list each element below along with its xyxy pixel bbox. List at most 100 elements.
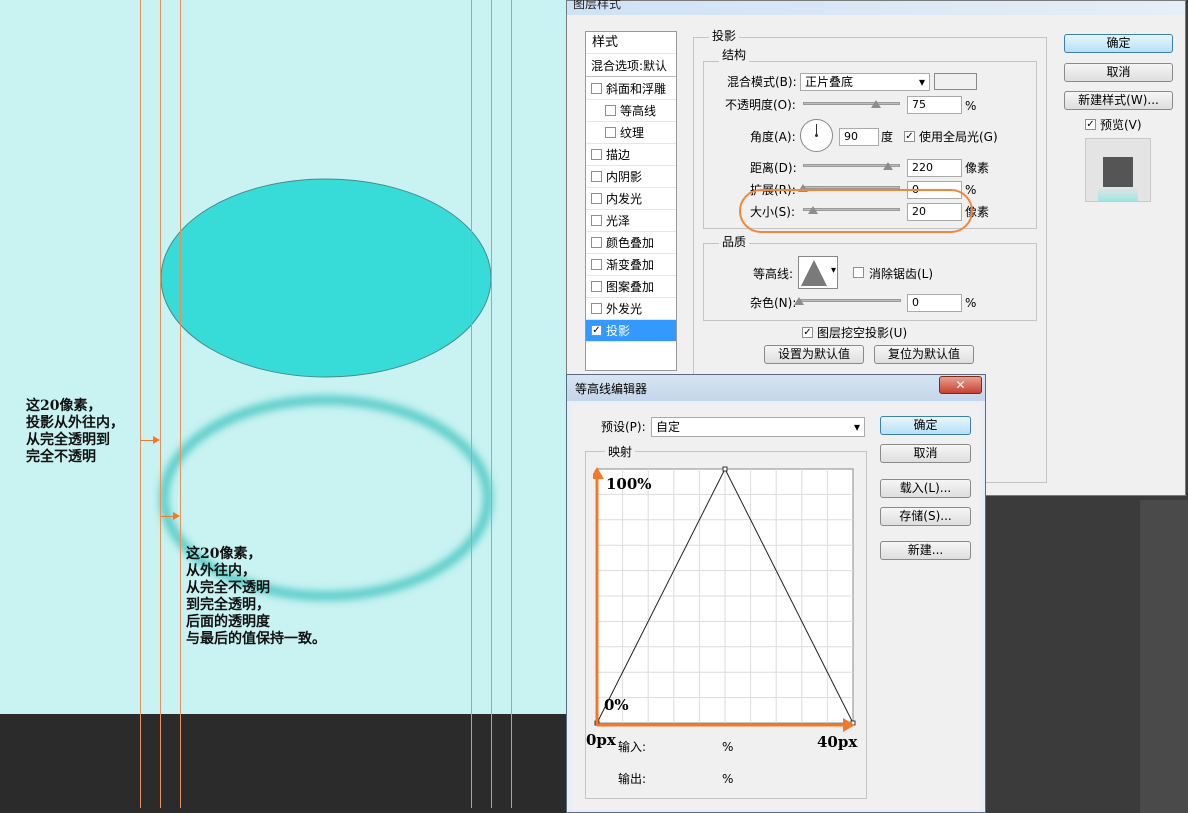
degree-unit: 度 xyxy=(881,130,894,144)
contour-save-button[interactable]: 存储(S)... xyxy=(880,507,971,526)
contour-cancel-button[interactable]: 取消 xyxy=(880,444,971,463)
global-light-checkbox[interactable]: ✓ xyxy=(904,131,915,142)
noise-slider[interactable] xyxy=(799,299,901,302)
style-item[interactable]: 等高线 xyxy=(586,100,676,122)
preset-select[interactable]: 自定 ▾ xyxy=(651,417,865,437)
distance-input[interactable]: 220 xyxy=(907,159,962,177)
cyan-ellipse xyxy=(160,178,492,378)
style-item[interactable]: ✓ 投影 xyxy=(586,320,676,342)
style-preview-thumbnail xyxy=(1085,138,1151,202)
output-unit: % xyxy=(722,772,734,786)
label-40px: 40px xyxy=(817,733,858,751)
chevron-down-icon: ▾ xyxy=(918,75,925,89)
style-item-label: 描边 xyxy=(606,148,631,162)
size-highlight-ellipse xyxy=(739,189,973,233)
opacity-input[interactable]: 75 xyxy=(907,96,962,114)
style-checkbox[interactable] xyxy=(591,259,602,270)
guide-line xyxy=(491,0,492,808)
style-checkbox[interactable] xyxy=(591,193,602,204)
reset-default-button[interactable]: 复位为默认值 xyxy=(874,345,974,364)
style-item-label: 渐变叠加 xyxy=(606,258,655,272)
opacity-unit: % xyxy=(965,99,977,113)
preview-checkbox[interactable]: ✓ xyxy=(1085,119,1096,130)
knockout-checkbox[interactable]: ✓ xyxy=(802,327,813,338)
distance-label: 距离(D): xyxy=(750,161,797,175)
blend-mode-select[interactable]: 正片叠底 ▾ xyxy=(800,73,930,91)
guide-line xyxy=(471,0,472,808)
contour-new-button[interactable]: 新建... xyxy=(880,541,971,560)
contour-titlebar[interactable]: 等高线编辑器 ✕ xyxy=(567,375,985,401)
angle-label: 角度(A): xyxy=(750,130,796,144)
preset-label: 预设(P): xyxy=(601,420,646,434)
quality-title: 品质 xyxy=(719,235,750,249)
style-item[interactable]: 颜色叠加 xyxy=(586,232,676,254)
noise-input[interactable]: 0 xyxy=(907,294,962,312)
cancel-button[interactable]: 取消 xyxy=(1064,63,1173,82)
style-item-label: 光泽 xyxy=(606,214,631,228)
noise-slider-thumb[interactable] xyxy=(794,297,804,305)
guide-line xyxy=(140,0,141,808)
styles-header[interactable]: 样式 xyxy=(586,32,676,54)
style-checkbox[interactable] xyxy=(591,303,602,314)
blend-options-item[interactable]: 混合选项:默认 xyxy=(586,55,676,77)
contour-ok-button[interactable]: 确定 xyxy=(880,416,971,435)
style-checkbox[interactable] xyxy=(591,237,602,248)
opacity-slider-thumb[interactable] xyxy=(870,100,881,108)
close-icon[interactable]: ✕ xyxy=(939,376,982,394)
style-checkbox[interactable]: ✓ xyxy=(591,325,602,336)
style-item[interactable]: 内发光 xyxy=(586,188,676,210)
style-checkbox[interactable] xyxy=(591,149,602,160)
contour-label: 等高线: xyxy=(753,267,794,281)
style-item[interactable]: 斜面和浮雕 xyxy=(586,78,676,100)
opacity-slider[interactable] xyxy=(803,102,900,105)
guide-line xyxy=(180,0,181,808)
contour-picker[interactable]: ▾ xyxy=(798,256,838,289)
distance-slider-thumb[interactable] xyxy=(883,162,894,170)
style-item[interactable]: 描边 xyxy=(586,144,676,166)
style-item-label: 投影 xyxy=(606,324,631,338)
style-checkbox[interactable] xyxy=(591,281,602,292)
global-light-label: 使用全局光(G) xyxy=(919,130,998,144)
style-item-label: 外发光 xyxy=(606,302,643,316)
style-checkbox[interactable] xyxy=(591,215,602,226)
style-checkbox[interactable] xyxy=(605,105,616,116)
input-unit: % xyxy=(722,740,734,754)
style-item[interactable]: 纹理 xyxy=(586,122,676,144)
style-item-label: 内阴影 xyxy=(606,170,643,184)
shadow-color-swatch[interactable] xyxy=(934,73,977,90)
style-item[interactable]: 内阴影 xyxy=(586,166,676,188)
contour-editor-dialog: 等高线编辑器 ✕ 预设(P): 自定 ▾ 映射 100% 0% 0px 40px… xyxy=(566,374,986,813)
style-item[interactable]: 光泽 xyxy=(586,210,676,232)
antialias-checkbox[interactable] xyxy=(853,267,864,278)
preview-label: 预览(V) xyxy=(1100,118,1142,132)
knockout-label: 图层挖空投影(U) xyxy=(817,326,908,340)
annotation-arrow xyxy=(141,436,160,444)
annotation-arrow xyxy=(161,512,180,520)
contour-load-button[interactable]: 载入(L)... xyxy=(880,479,971,498)
style-checkbox[interactable] xyxy=(605,127,616,138)
guide-line xyxy=(511,0,512,808)
structure-title: 结构 xyxy=(719,48,750,62)
contour-graph[interactable] xyxy=(593,465,863,755)
style-item[interactable]: 图案叠加 xyxy=(586,276,676,298)
style-checkbox[interactable] xyxy=(591,171,602,182)
new-style-button[interactable]: 新建样式(W)... xyxy=(1064,91,1173,110)
opacity-label: 不透明度(O): xyxy=(725,98,796,112)
annotation-inner: 这20像素， 从外往内， 从完全不透明 到完全透明， 后面的透明度 与最后的值保… xyxy=(186,546,326,647)
workspace-background xyxy=(0,714,566,813)
angle-input[interactable]: 90 xyxy=(839,128,879,146)
contour-point[interactable] xyxy=(722,466,728,472)
style-checkbox[interactable] xyxy=(591,83,602,94)
dialog-titlebar[interactable]: 图层样式 xyxy=(567,0,1185,15)
style-item-label: 内发光 xyxy=(606,192,643,206)
style-item[interactable]: 外发光 xyxy=(586,298,676,320)
panel-scroll-area xyxy=(1140,500,1188,813)
output-label: 输出: xyxy=(618,772,647,786)
label-0-percent: 0% xyxy=(604,696,629,714)
angle-dial[interactable] xyxy=(800,119,833,152)
set-default-button[interactable]: 设置为默认值 xyxy=(764,345,864,364)
ok-button[interactable]: 确定 xyxy=(1064,34,1173,53)
style-item[interactable]: 渐变叠加 xyxy=(586,254,676,276)
label-0px: 0px xyxy=(586,731,616,749)
style-item-label: 等高线 xyxy=(620,104,657,118)
